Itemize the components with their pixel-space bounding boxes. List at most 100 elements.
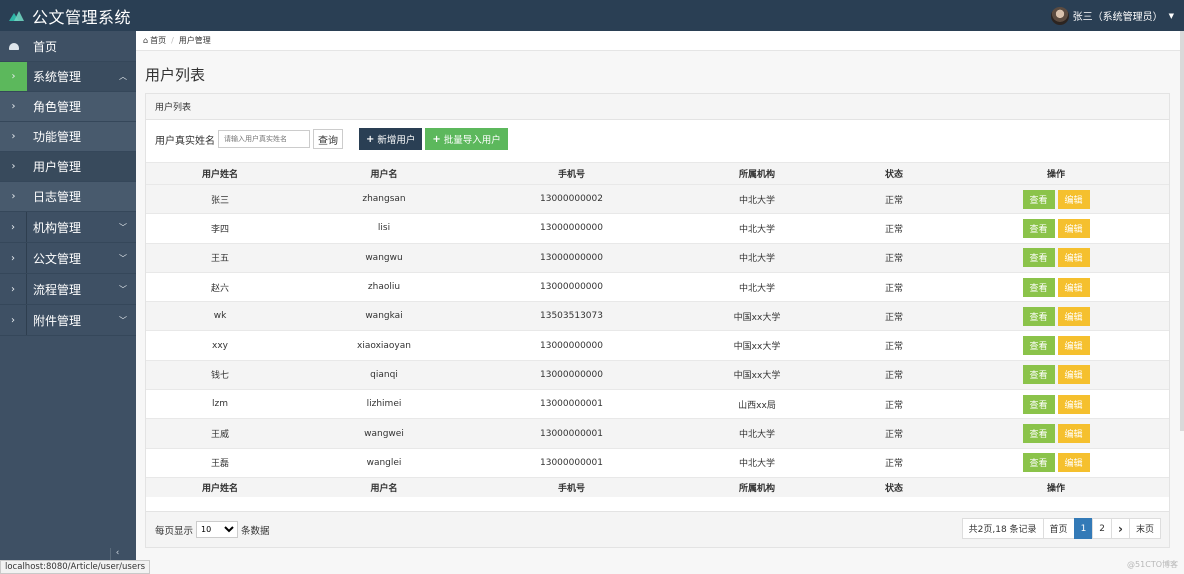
cell-name: xxy [212,340,228,351]
footer-status: 状态 [884,483,903,494]
sidebar-item-org[interactable]: › 机构管理 ﹀ [0,212,136,243]
view-button[interactable]: 查看 [1022,424,1055,444]
view-button[interactable]: 查看 [1022,189,1055,209]
footer-org: 所属机构 [738,483,775,494]
cell-name: lzm [212,399,228,410]
users-table: 用户姓名 用户名 手机号 所属机构 状态 操作 张三 zhangsan 130000… [146,162,1169,497]
sidebar-item-label: 机构管理 [33,220,82,235]
sidebar-item-system[interactable]: › 系统管理 ︿ [0,62,136,92]
cell-org: 中北大学 [738,283,775,294]
view-button[interactable]: 查看 [1022,394,1055,414]
row-actions: 查看 编辑 [943,336,1169,356]
cell-status: 正常 [884,459,903,470]
view-button[interactable]: 查看 [1022,218,1055,238]
view-button[interactable]: 查看 [1022,248,1055,268]
cell-name: 赵六 [210,283,229,294]
footer-actions: 操作 [1046,483,1065,494]
import-users-button[interactable]: + 批量导入用户 [425,128,508,150]
breadcrumb-home[interactable]: 首页 [150,35,166,46]
view-button[interactable]: 查看 [1022,277,1055,297]
add-user-button[interactable]: + 新增用户 [359,128,423,150]
user-name: 张三（系统管理员） [1072,12,1163,23]
table-row: 李四 lisi 13000000000 中北大学 正常 查看 编辑 [146,213,1169,242]
last-page-button[interactable]: 末页 [1128,518,1161,539]
sidebar-item-workflow[interactable]: › 流程管理 ﹀ [0,274,136,305]
plus-icon: + [366,133,375,145]
sidebar-item-users[interactable]: › 用户管理 [0,152,136,182]
next-page-button[interactable]: › [1111,518,1130,539]
table-row: 钱七 qianqi 13000000000 中国xx大学 正常 查看 编辑 [146,359,1169,390]
panel-title: 用户列表 [146,94,1169,120]
view-button[interactable]: 查看 [1022,336,1055,356]
edit-button[interactable]: 编辑 [1057,394,1090,414]
page-2-button[interactable]: 2 [1092,518,1113,539]
row-actions: 查看 编辑 [943,453,1169,473]
import-users-label: 批量导入用户 [443,135,501,146]
sidebar-item-label: 首页 [33,39,58,54]
page-title: 用户列表 [145,66,206,84]
cell-status: 正常 [884,400,903,411]
view-button[interactable]: 查看 [1022,453,1055,473]
cell-username: lisi [377,223,391,234]
cell-phone: 13000000001 [540,428,603,439]
first-page-button[interactable]: 首页 [1042,518,1075,539]
search-input[interactable] [218,130,310,148]
sidebar-item-label: 附件管理 [33,313,82,328]
chevron-down-icon: ﹀ [119,253,127,263]
footer-username: 用户名 [370,483,398,494]
cell-phone: 13000000000 [540,223,603,234]
chevron-right-icon: › [11,131,16,142]
header-name[interactable]: 用户姓名 [146,167,294,180]
table-row: 王威 wangwei 13000000001 中北大学 正常 查看 编辑 [146,418,1169,448]
sidebar-item-logs[interactable]: › 日志管理 [0,182,136,212]
user-menu[interactable]: 张三（系统管理员） ▼ [1050,0,1174,31]
sidebar-item-documents[interactable]: › 公文管理 ﹀ [0,243,136,274]
view-button[interactable]: 查看 [1022,365,1055,385]
edit-button[interactable]: 编辑 [1057,453,1090,473]
header-phone[interactable]: 手机号 [474,167,669,180]
cell-org: 山西xx局 [738,400,776,411]
header-username[interactable]: 用户名 [294,167,474,180]
sidebar-item-functions[interactable]: › 功能管理 [0,122,136,152]
page-size-select[interactable]: 10 [196,521,239,538]
cell-name: 李四 [210,224,229,235]
sidebar-item-home[interactable]: 首页 [0,31,136,62]
cell-phone: 13503513073 [540,311,603,322]
page-1-button[interactable]: 1 [1073,518,1094,539]
edit-button[interactable]: 编辑 [1057,336,1090,356]
view-button[interactable]: 查看 [1022,306,1055,326]
edit-button[interactable]: 编辑 [1057,248,1090,268]
edit-button[interactable]: 编辑 [1057,424,1090,444]
cell-username: wangwu [365,252,403,263]
cell-org: 中国xx大学 [733,342,781,353]
edit-button[interactable]: 编辑 [1057,277,1090,297]
cell-status: 正常 [884,342,903,353]
query-button[interactable]: 查询 [313,129,343,149]
chevron-right-icon: › [0,62,27,91]
cell-org: 中北大学 [738,459,775,470]
chevron-right-icon: › [0,212,27,242]
cell-org: 中国xx大学 [733,312,781,323]
header-status[interactable]: 状态 [845,167,943,180]
pagination: 共2页,18 条记录 首页 1 2 › 末页 [961,518,1161,539]
sidebar-item-attachments[interactable]: › 附件管理 ﹀ [0,305,136,336]
breadcrumb: ⌂ 首页 / 用户管理 [136,31,1184,51]
sidebar-item-roles[interactable]: › 角色管理 [0,92,136,122]
sidebar-item-label: 用户管理 [33,160,82,174]
cell-username: xiaoxiaoyan [357,340,411,351]
chevron-up-icon: ︿ [119,72,127,81]
edit-button[interactable]: 编辑 [1057,189,1090,209]
table-row: wk wangkai 13503513073 中国xx大学 正常 查看 编辑 [146,301,1169,331]
chevron-down-icon: ﹀ [119,284,127,294]
cell-status: 正常 [884,195,903,206]
edit-button[interactable]: 编辑 [1057,218,1090,238]
page-scrollbar[interactable] [1180,31,1184,431]
table-footer: 用户姓名 用户名 手机号 所属机构 状态 操作 [146,476,1169,497]
edit-button[interactable]: 编辑 [1057,365,1090,385]
row-actions: 查看 编辑 [943,277,1169,297]
header-org[interactable]: 所属机构 [669,167,845,180]
edit-button[interactable]: 编辑 [1057,306,1090,326]
cell-phone: 13000000000 [540,252,603,263]
chevron-right-icon: › [11,191,16,202]
footer-phone: 手机号 [557,483,585,494]
